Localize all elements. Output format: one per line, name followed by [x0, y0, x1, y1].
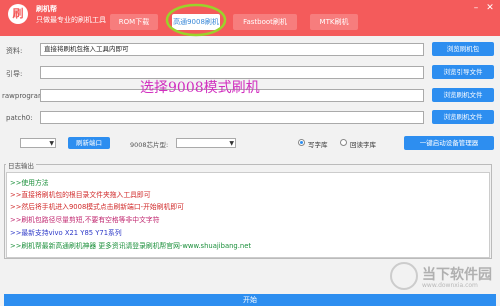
minimize-button[interactable]: –	[470, 3, 482, 13]
watermark-text: 当下软件园	[422, 267, 492, 283]
watermark-logo-icon	[390, 262, 418, 290]
log-line: >>最新支持vivo X21 Y85 Y71系列	[10, 229, 122, 237]
browse-patch-button[interactable]: 浏览刷机文件	[432, 110, 494, 124]
write-radio[interactable]	[298, 139, 305, 146]
tab-rom-download[interactable]: ROM下载	[110, 14, 158, 30]
app-logo-icon: 刷	[8, 4, 28, 24]
port-select[interactable]: ▼	[20, 138, 56, 148]
app-name: 刷机帮	[36, 5, 57, 13]
read-radio[interactable]	[340, 139, 347, 146]
log-line: >>使用方法	[10, 179, 49, 187]
chevron-down-icon: ▼	[229, 140, 234, 147]
log-title: 日志输出	[6, 160, 36, 170]
browse-rawprogram-button[interactable]: 浏览刷机文件	[432, 88, 494, 102]
write-radio-label: 写字库	[308, 141, 328, 149]
start-button[interactable]: 开始	[4, 294, 496, 306]
highlight-ring	[165, 3, 227, 37]
refresh-port-button[interactable]: 刷新端口	[68, 137, 110, 149]
chip-type-label: 9008芯片型:	[130, 141, 169, 149]
chevron-down-icon: ▼	[49, 140, 54, 147]
data-field[interactable]: 直接将刷机包拖入工具内即可	[40, 43, 424, 56]
log-output: >>使用方法 >>直接将刷机包的根目录文件夹拖入工具即可 >>然后将手机进入90…	[6, 172, 490, 258]
app-subtitle: 只做最专业的刷机工具	[36, 16, 106, 24]
read-radio-label: 回读字库	[350, 141, 376, 149]
watermark: 当下软件园 www.downxia.com	[390, 262, 496, 292]
browse-boot-button[interactable]: 浏览引导文件	[432, 65, 494, 79]
log-line: >>刷机包路径尽量剪短,不要有空格等非中文字符	[10, 216, 160, 224]
patch-field[interactable]	[40, 111, 424, 124]
annotation-text: 选择9008模式刷机	[140, 80, 260, 96]
log-line: >>刷机帮最新高通刷机神器 更多资讯请登录刷机帮官网-www.shuajiban…	[10, 242, 252, 250]
row-label-boot: 引导:	[6, 70, 23, 78]
row-label-patch: patch0:	[6, 114, 33, 122]
tab-mtk[interactable]: MTK刷机	[310, 14, 358, 30]
device-manager-button[interactable]: 一键启动设备管理器	[404, 136, 494, 150]
chip-type-select[interactable]: ▼	[176, 138, 236, 148]
title-bar: 刷 刷机帮 只做最专业的刷机工具 ROM下载 高通9008刷机 Fastboot…	[0, 0, 500, 36]
watermark-url: www.downxia.com	[422, 282, 478, 289]
log-line: >>然后将手机进入9008模式点击刷新端口-开始刷机即可	[10, 203, 184, 211]
tab-fastboot[interactable]: Fastboot刷机	[233, 14, 297, 30]
browse-package-button[interactable]: 浏览刷机包	[432, 42, 494, 56]
row-label-data: 资料:	[6, 47, 23, 55]
log-line: >>直接将刷机包的根目录文件夹拖入工具即可	[10, 191, 151, 199]
close-button[interactable]: ✕	[484, 3, 496, 13]
